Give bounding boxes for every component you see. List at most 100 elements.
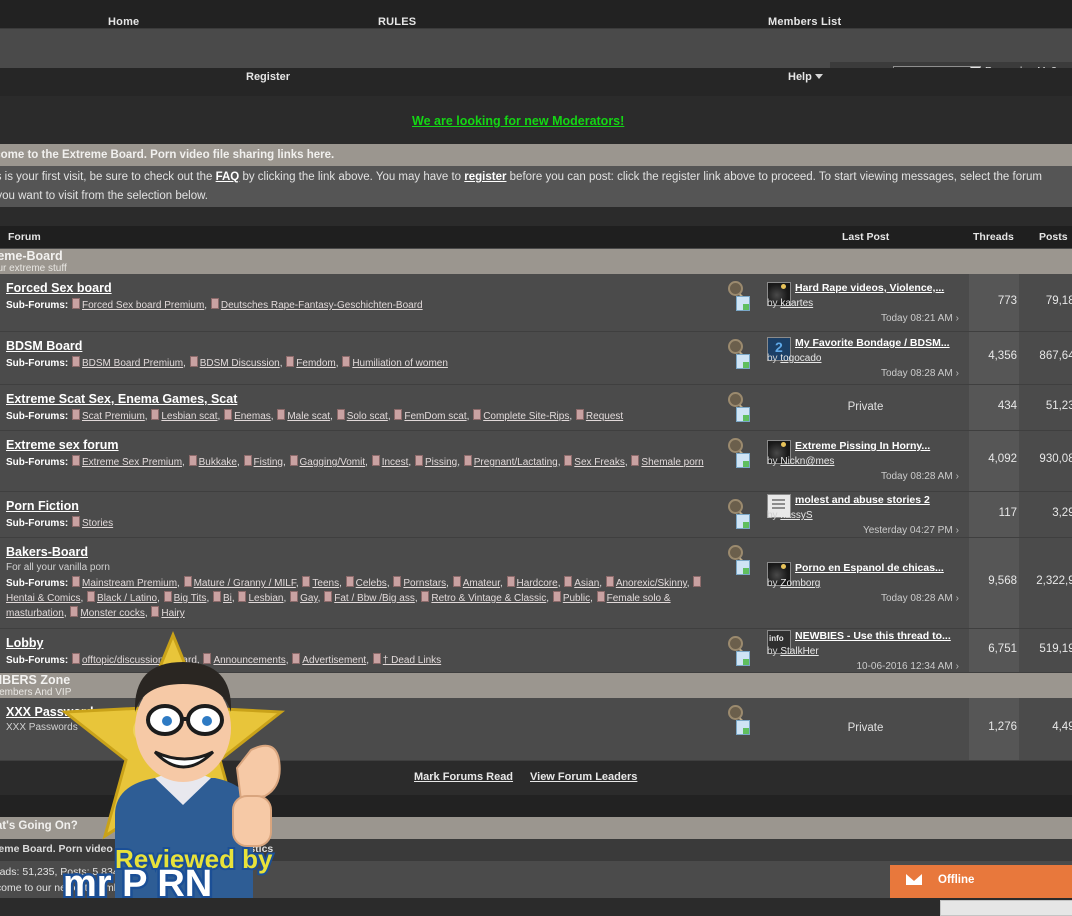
forum-title-link[interactable]: BDSM Board: [6, 339, 82, 353]
last-post-thread-link[interactable]: My Favorite Bondage / BDSM...: [795, 337, 950, 349]
subforum-link[interactable]: Asian: [574, 578, 599, 589]
search-icon[interactable]: [728, 499, 743, 514]
view-forum-leaders-link[interactable]: View Forum Leaders: [530, 771, 637, 783]
feed-icon[interactable]: [736, 354, 750, 369]
last-post-author-link[interactable]: StalkHer: [780, 646, 818, 657]
subforum-link[interactable]: BDSM Discussion: [200, 358, 280, 369]
subforum-link[interactable]: FemDom scat: [404, 411, 466, 422]
forum-title-link[interactable]: Lobby: [6, 636, 44, 650]
subforum-link[interactable]: Announcements: [213, 655, 285, 666]
subforum-link[interactable]: Teens: [312, 578, 339, 589]
subforum-link[interactable]: Solo scat: [347, 411, 388, 422]
feed-icon[interactable]: [736, 453, 750, 468]
subforum-link[interactable]: Pornstars: [403, 578, 446, 589]
faq-link[interactable]: FAQ: [216, 171, 240, 183]
last-post-thread-link[interactable]: NEWBIES - Use this thread to...: [795, 630, 951, 642]
subforum-link[interactable]: Lesbian scat: [161, 411, 217, 422]
feed-icon[interactable]: [736, 651, 750, 666]
subforum-link[interactable]: Enemas: [234, 411, 271, 422]
subforum-link[interactable]: Retro & Vintage & Classic: [431, 593, 546, 604]
search-icon[interactable]: [728, 545, 743, 560]
subforum-link[interactable]: offtopic/discussions board: [82, 655, 197, 666]
subforum-link[interactable]: Mainstream Premium: [82, 578, 177, 589]
subforum-link[interactable]: Request: [586, 411, 623, 422]
last-post-author-link[interactable]: togocado: [780, 353, 821, 364]
search-icon[interactable]: [728, 392, 743, 407]
subforum-link[interactable]: Incest: [382, 457, 409, 468]
last-post-author-link[interactable]: kaartes: [780, 298, 813, 309]
go-to-last-post-icon[interactable]: ›: [956, 525, 959, 536]
last-post-thread-link[interactable]: Hard Rape videos, Violence,...: [795, 282, 944, 294]
subforum-link[interactable]: Scat Premium: [82, 411, 145, 422]
subforum-link[interactable]: Advertisement: [302, 655, 366, 666]
forum-title-link[interactable]: Bakers-Board: [6, 545, 88, 559]
register-link[interactable]: register: [464, 171, 506, 183]
last-post-author-link[interactable]: Nickn@mes: [780, 456, 834, 467]
subforum-link[interactable]: Sex Freaks: [574, 457, 625, 468]
subforum-link[interactable]: Hentai & Comics: [6, 593, 80, 604]
nav-link-rules[interactable]: RULES: [378, 16, 416, 28]
last-post-author-link[interactable]: Zomborg: [780, 578, 820, 589]
search-icon[interactable]: [728, 438, 743, 453]
subforum-link[interactable]: Forced Sex board Premium: [82, 300, 204, 311]
subforum-link[interactable]: Complete Site-Rips: [483, 411, 569, 422]
feed-icon[interactable]: [736, 407, 750, 422]
subforum-link[interactable]: Amateur: [463, 578, 500, 589]
feed-icon[interactable]: [736, 296, 750, 311]
go-to-last-post-icon[interactable]: ›: [956, 313, 959, 324]
subforum-link[interactable]: Fat / Bbw /Big ass: [334, 593, 415, 604]
subforum-link[interactable]: Humiliation of women: [352, 358, 448, 369]
forum-title-link[interactable]: Forced Sex board: [6, 281, 112, 295]
horizontal-scrollbar[interactable]: [940, 900, 1072, 916]
search-icon[interactable]: [728, 339, 743, 354]
go-to-last-post-icon[interactable]: ›: [956, 368, 959, 379]
search-icon[interactable]: [728, 636, 743, 651]
chat-widget-bar[interactable]: Offline: [890, 865, 1072, 898]
moderators-link[interactable]: We are looking for new Moderators!: [412, 114, 624, 128]
subforum-link[interactable]: Hairy: [161, 608, 184, 619]
subforum-link[interactable]: Big Tits: [174, 593, 207, 604]
subforum-link[interactable]: Bi: [223, 593, 232, 604]
subforum-link[interactable]: Deutsches Rape-Fantasy-Geschichten-Board: [221, 300, 423, 311]
subforum-link[interactable]: Hardcore: [517, 578, 558, 589]
go-to-last-post-icon[interactable]: ›: [956, 471, 959, 482]
feed-icon[interactable]: [736, 514, 750, 529]
subforum-link[interactable]: Gagging/Vomit: [300, 457, 366, 468]
subforum-link[interactable]: Fisting: [254, 457, 283, 468]
last-post-thread-link[interactable]: Extreme Pissing In Horny...: [795, 440, 930, 452]
subforum-link[interactable]: Public: [563, 593, 590, 604]
mark-forums-read-link[interactable]: Mark Forums Read: [414, 771, 513, 783]
feed-icon[interactable]: [736, 560, 750, 575]
forum-title-link[interactable]: Extreme sex forum: [6, 438, 119, 452]
last-post-author-link[interactable]: kassyS: [780, 510, 812, 521]
forum-title-link[interactable]: Extreme Scat Sex, Enema Games, Scat: [6, 392, 237, 406]
nav-link-help[interactable]: Help: [788, 71, 823, 83]
last-post-thread-link[interactable]: molest and abuse stories 2: [795, 494, 930, 506]
subforum-link[interactable]: Stories: [82, 518, 113, 529]
forum-title-link[interactable]: XXX Passwords: [6, 705, 101, 719]
forum-title-link[interactable]: Porn Fiction: [6, 499, 79, 513]
subforum-link[interactable]: Black / Latino: [97, 593, 157, 604]
subforum-link[interactable]: Anorexic/Skinny: [616, 578, 687, 589]
subforum-link[interactable]: Male scat: [287, 411, 330, 422]
nav-link-home[interactable]: Home: [108, 16, 139, 28]
nav-link-members-list[interactable]: Members List: [768, 16, 841, 28]
subforum-link[interactable]: Bukkake: [199, 457, 237, 468]
nav-link-register[interactable]: Register: [246, 71, 290, 83]
subforum-link[interactable]: BDSM Board Premium: [82, 358, 183, 369]
go-to-last-post-icon[interactable]: ›: [956, 593, 959, 604]
subforum-link[interactable]: Shemale porn: [641, 457, 703, 468]
last-post-thread-link[interactable]: Porno en Espanol de chicas...: [795, 562, 944, 574]
subforum-link[interactable]: Monster cocks: [80, 608, 144, 619]
feed-icon[interactable]: [736, 720, 750, 735]
subforum-link[interactable]: Gay: [300, 593, 318, 604]
subforum-link[interactable]: Extreme Sex Premium: [82, 457, 182, 468]
go-to-last-post-icon[interactable]: ›: [956, 661, 959, 672]
search-icon[interactable]: [728, 281, 743, 296]
search-icon[interactable]: [728, 705, 743, 720]
subforum-link[interactable]: Pregnant/Lactating: [474, 457, 558, 468]
subforum-link[interactable]: † Dead Links: [383, 655, 441, 666]
subforum-link[interactable]: Femdom: [296, 358, 335, 369]
subforum-link[interactable]: Pissing: [425, 457, 457, 468]
subforum-link[interactable]: Celebs: [356, 578, 387, 589]
